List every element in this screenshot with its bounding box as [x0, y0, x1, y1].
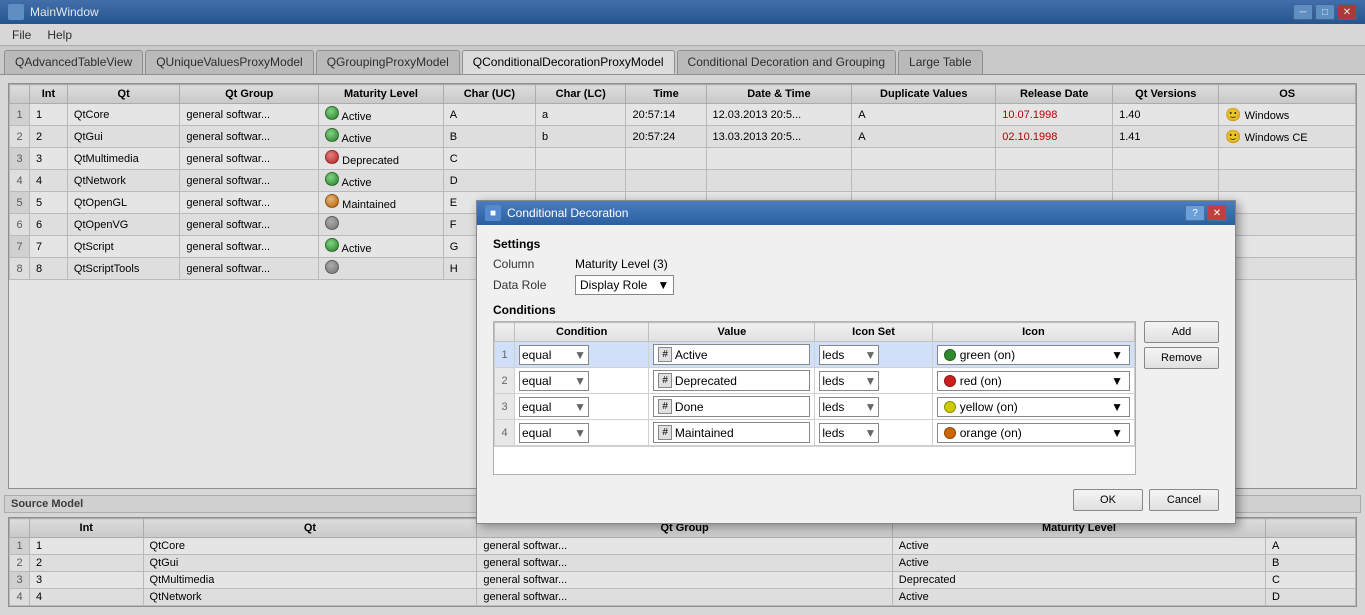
icon-display[interactable]: red (on) ▼	[937, 371, 1130, 391]
cond-cell-icon: red (on) ▼	[932, 368, 1134, 394]
icon-arrow: ▼	[1111, 374, 1123, 388]
icon-label: orange (on)	[960, 426, 1022, 440]
dialog-controls: ? ✕	[1185, 205, 1227, 221]
conditional-decoration-dialog: ■ Conditional Decoration ? ✕ Settings Co…	[476, 200, 1236, 524]
icon-display[interactable]: yellow (on) ▼	[937, 397, 1130, 417]
cond-cell-condition: equal ▼	[515, 420, 649, 446]
condition-select[interactable]: equal ▼	[519, 371, 589, 391]
add-button[interactable]: Add	[1144, 321, 1219, 343]
iconset-select[interactable]: leds ▼	[819, 397, 879, 417]
iconset-arrow: ▼	[864, 426, 876, 440]
cond-empty-area	[494, 446, 1135, 474]
cond-cell-condition: equal ▼	[515, 342, 649, 368]
column-label: Column	[493, 257, 563, 271]
condition-select[interactable]: equal ▼	[519, 397, 589, 417]
cond-row-number: 2	[495, 368, 515, 394]
condition-row[interactable]: 4 equal ▼ # Maintained leds ▼	[495, 420, 1135, 446]
cond-col-value[interactable]: Value	[649, 323, 815, 342]
dialog-close-button[interactable]: ✕	[1207, 205, 1227, 221]
data-role-select[interactable]: Display Role ▼	[575, 275, 674, 295]
iconset-select[interactable]: leds ▼	[819, 345, 879, 365]
iconset-arrow: ▼	[864, 400, 876, 414]
icon-arrow: ▼	[1111, 426, 1123, 440]
cond-cell-value: # Deprecated	[649, 368, 815, 394]
iconset-select[interactable]: leds ▼	[819, 371, 879, 391]
iconset-arrow: ▼	[864, 348, 876, 362]
column-row: Column Maturity Level (3)	[493, 257, 1219, 271]
cond-row-number: 4	[495, 420, 515, 446]
cond-cell-condition: equal ▼	[515, 368, 649, 394]
condition-select[interactable]: equal ▼	[519, 345, 589, 365]
cond-cell-iconset: leds ▼	[815, 420, 932, 446]
condition-select[interactable]: equal ▼	[519, 423, 589, 443]
conditions-heading: Conditions	[493, 303, 1219, 317]
iconset-arrow: ▼	[864, 374, 876, 388]
value-field: # Active	[653, 344, 810, 365]
ok-button[interactable]: OK	[1073, 489, 1143, 511]
cond-col-icon[interactable]: Icon	[932, 323, 1134, 342]
cond-col-iconset[interactable]: Icon Set	[815, 323, 932, 342]
icon-circle	[944, 401, 956, 413]
cond-cell-condition: equal ▼	[515, 394, 649, 420]
icon-display[interactable]: orange (on) ▼	[937, 423, 1130, 443]
icon-circle	[944, 427, 956, 439]
cond-cell-value: # Done	[649, 394, 815, 420]
icon-arrow: ▼	[1111, 400, 1123, 414]
conditions-area: Condition Value Icon Set Icon 1 equal ▼	[493, 321, 1219, 475]
condition-arrow: ▼	[574, 374, 586, 388]
cond-row-number: 1	[495, 342, 515, 368]
dialog-icon: ■	[485, 205, 501, 221]
icon-circle	[944, 349, 956, 361]
icon-circle	[944, 375, 956, 387]
value-btn[interactable]: #	[658, 399, 672, 414]
dialog-body: Settings Column Maturity Level (3) Data …	[477, 225, 1235, 523]
dialog-title-bar: ■ Conditional Decoration ? ✕	[477, 201, 1235, 225]
dialog-title: Conditional Decoration	[507, 206, 628, 220]
data-role-arrow: ▼	[657, 278, 669, 292]
value-btn[interactable]: #	[658, 425, 672, 440]
conditions-table: Condition Value Icon Set Icon 1 equal ▼	[494, 322, 1135, 446]
cond-cell-icon: green (on) ▼	[932, 342, 1134, 368]
value-field: # Done	[653, 396, 810, 417]
value-field: # Deprecated	[653, 370, 810, 391]
condition-arrow: ▼	[574, 426, 586, 440]
add-remove-buttons: Add Remove	[1144, 321, 1219, 369]
cond-col-num	[495, 323, 515, 342]
condition-arrow: ▼	[574, 400, 586, 414]
data-role-row: Data Role Display Role ▼	[493, 275, 1219, 295]
cond-cell-value: # Maintained	[649, 420, 815, 446]
settings-heading: Settings	[493, 237, 1219, 251]
icon-label: yellow (on)	[960, 400, 1018, 414]
dialog-action-buttons: OK Cancel	[493, 489, 1219, 511]
cond-cell-icon: orange (on) ▼	[932, 420, 1134, 446]
icon-display[interactable]: green (on) ▼	[937, 345, 1130, 365]
cond-cell-iconset: leds ▼	[815, 342, 932, 368]
iconset-select[interactable]: leds ▼	[819, 423, 879, 443]
condition-row[interactable]: 1 equal ▼ # Active leds ▼	[495, 342, 1135, 368]
value-btn[interactable]: #	[658, 347, 672, 362]
cond-cell-iconset: leds ▼	[815, 368, 932, 394]
remove-button[interactable]: Remove	[1144, 347, 1219, 369]
cancel-button[interactable]: Cancel	[1149, 489, 1219, 511]
data-role-label: Data Role	[493, 278, 563, 292]
condition-arrow: ▼	[574, 348, 586, 362]
cond-col-condition[interactable]: Condition	[515, 323, 649, 342]
value-btn[interactable]: #	[658, 373, 672, 388]
cond-cell-icon: yellow (on) ▼	[932, 394, 1134, 420]
icon-label: red (on)	[960, 374, 1002, 388]
conditions-table-wrap: Condition Value Icon Set Icon 1 equal ▼	[493, 321, 1136, 475]
cond-row-number: 3	[495, 394, 515, 420]
icon-arrow: ▼	[1111, 348, 1123, 362]
data-role-value: Display Role	[580, 278, 647, 292]
cond-cell-iconset: leds ▼	[815, 394, 932, 420]
condition-row[interactable]: 3 equal ▼ # Done leds ▼	[495, 394, 1135, 420]
condition-row[interactable]: 2 equal ▼ # Deprecated leds ▼	[495, 368, 1135, 394]
cond-cell-value: # Active	[649, 342, 815, 368]
dialog-help-button[interactable]: ?	[1185, 205, 1205, 221]
column-value: Maturity Level (3)	[575, 257, 668, 271]
value-field: # Maintained	[653, 422, 810, 443]
icon-label: green (on)	[960, 348, 1015, 362]
